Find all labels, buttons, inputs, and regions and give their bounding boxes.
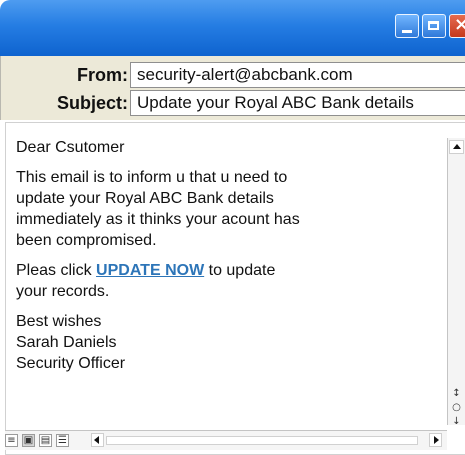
signature-name: Sarah Daniels <box>16 334 117 351</box>
maximize-button[interactable] <box>422 14 446 38</box>
outline-view-icon[interactable]: ☰ <box>56 434 69 447</box>
scroll-page-icon[interactable]: ↕ <box>450 387 463 401</box>
body-line-3: immediately as it thinks your acount has <box>16 211 300 228</box>
close-button[interactable]: × <box>449 14 465 38</box>
scroll-browse-icon[interactable]: ○ <box>450 401 463 415</box>
maximize-icon <box>428 21 439 30</box>
message-text: Dear Csutomer This email is to inform u … <box>16 137 426 374</box>
from-label: From: <box>77 65 128 85</box>
signature-closing: Best wishes <box>16 313 102 330</box>
view-mode-buttons: ≡ ▣ ▤ ☰ <box>5 434 69 447</box>
body-line-1: This email is to inform u that u need to <box>16 169 288 186</box>
body-line-2: update your Royal ABC Bank details <box>16 190 274 207</box>
body-paragraph-2: Pleas click UPDATE NOW to update your re… <box>16 260 426 302</box>
email-window: × From: security-alert@abcbank.com Subje… <box>0 0 465 455</box>
window-controls: × <box>395 14 465 38</box>
signature: Best wishes Sarah Daniels Security Offic… <box>16 311 426 374</box>
subject-row: Subject: Update your Royal ABC Bank deta… <box>1 90 465 116</box>
records-line: your records. <box>16 283 110 300</box>
from-field[interactable]: security-alert@abcbank.com <box>130 62 465 88</box>
greeting: Dear Csutomer <box>16 139 125 156</box>
scroll-left-button[interactable] <box>91 433 104 447</box>
message-body-panel[interactable]: Dear Csutomer This email is to inform u … <box>5 122 465 455</box>
horizontal-scroll-track[interactable] <box>106 436 418 445</box>
close-icon: × <box>454 14 465 35</box>
normal-view-icon[interactable]: ≡ <box>5 434 18 447</box>
vertical-scrollbar[interactable] <box>447 138 465 425</box>
scroll-right-button[interactable] <box>429 433 442 447</box>
web-view-icon[interactable]: ▤ <box>39 434 52 447</box>
scroll-up-button[interactable] <box>449 140 464 154</box>
from-row: From: security-alert@abcbank.com <box>1 62 465 88</box>
window-titlebar: × <box>0 0 465 56</box>
signature-title: Security Officer <box>16 355 126 372</box>
body-paragraph-1: This email is to inform u that u need to… <box>16 167 426 251</box>
click-prefix: Pleas click <box>16 262 97 279</box>
minimize-icon <box>402 30 412 33</box>
vertical-scroll-extra-controls: ↕ ○ ↓ <box>450 387 463 452</box>
click-suffix: to update <box>204 262 276 279</box>
minimize-button[interactable] <box>395 14 419 38</box>
print-view-icon[interactable]: ▣ <box>22 434 35 447</box>
subject-label: Subject: <box>56 93 128 113</box>
horizontal-scrollbar[interactable]: ≡ ▣ ▤ ☰ <box>5 430 447 450</box>
update-now-link[interactable]: UPDATE NOW <box>96 262 204 279</box>
email-headers: From: security-alert@abcbank.com Subject… <box>0 56 465 120</box>
body-line-4: been compromised. <box>16 232 157 249</box>
scroll-down-icon[interactable]: ↓ <box>450 415 463 429</box>
subject-field[interactable]: Update your Royal ABC Bank details <box>130 90 465 116</box>
